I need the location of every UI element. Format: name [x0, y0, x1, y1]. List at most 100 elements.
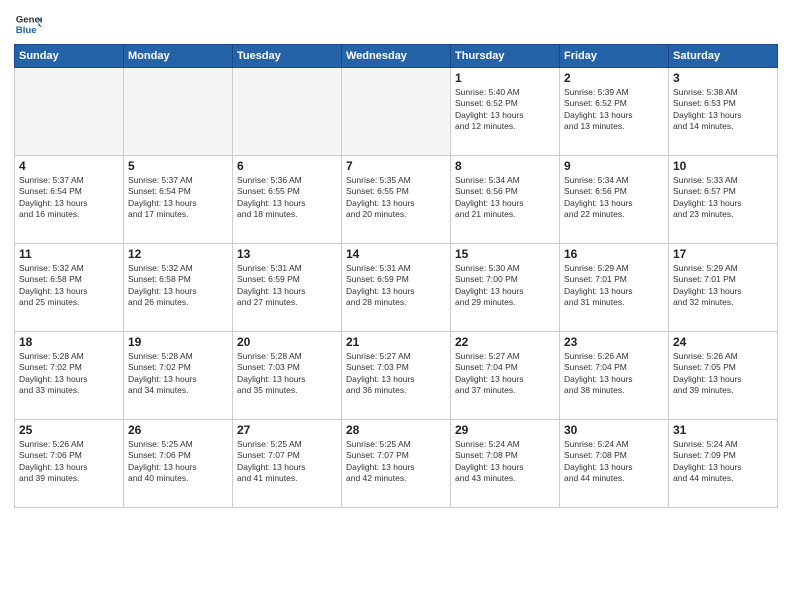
cell-text: Sunset: 6:55 PM [346, 186, 446, 197]
cell-text: Sunset: 7:01 PM [673, 274, 773, 285]
cell-text: Daylight: 13 hours [19, 198, 119, 209]
day-number: 3 [673, 71, 773, 85]
day-number: 24 [673, 335, 773, 349]
cell-text: Sunrise: 5:38 AM [673, 87, 773, 98]
cell-text: Sunset: 7:00 PM [455, 274, 555, 285]
calendar-cell: 31Sunrise: 5:24 AMSunset: 7:09 PMDayligh… [669, 420, 778, 508]
day-number: 21 [346, 335, 446, 349]
cell-text: Daylight: 13 hours [237, 374, 337, 385]
cell-text: Sunrise: 5:35 AM [346, 175, 446, 186]
calendar-cell [233, 68, 342, 156]
cell-text: and 25 minutes. [19, 297, 119, 308]
logo: General Blue [14, 10, 46, 38]
calendar-cell [124, 68, 233, 156]
cell-text: Daylight: 13 hours [673, 462, 773, 473]
cell-text: Sunset: 6:55 PM [237, 186, 337, 197]
calendar-cell [15, 68, 124, 156]
cell-text: and 36 minutes. [346, 385, 446, 396]
cell-text: Daylight: 13 hours [564, 198, 664, 209]
svg-text:Blue: Blue [16, 25, 37, 36]
weekday-header-row: SundayMondayTuesdayWednesdayThursdayFrid… [15, 45, 778, 68]
cell-text: Sunrise: 5:33 AM [673, 175, 773, 186]
cell-text: and 34 minutes. [128, 385, 228, 396]
day-number: 27 [237, 423, 337, 437]
cell-text: Daylight: 13 hours [673, 110, 773, 121]
cell-text: and 12 minutes. [455, 121, 555, 132]
cell-text: Daylight: 13 hours [455, 286, 555, 297]
cell-text: Sunrise: 5:26 AM [19, 439, 119, 450]
calendar-cell: 17Sunrise: 5:29 AMSunset: 7:01 PMDayligh… [669, 244, 778, 332]
day-number: 15 [455, 247, 555, 261]
cell-text: Daylight: 13 hours [128, 462, 228, 473]
day-number: 28 [346, 423, 446, 437]
cell-text: Sunset: 7:09 PM [673, 450, 773, 461]
calendar-cell: 21Sunrise: 5:27 AMSunset: 7:03 PMDayligh… [342, 332, 451, 420]
day-number: 30 [564, 423, 664, 437]
cell-text: Daylight: 13 hours [564, 286, 664, 297]
cell-text: and 33 minutes. [19, 385, 119, 396]
day-number: 1 [455, 71, 555, 85]
cell-text: and 27 minutes. [237, 297, 337, 308]
cell-text: Daylight: 13 hours [564, 374, 664, 385]
cell-text: Daylight: 13 hours [455, 110, 555, 121]
weekday-header-monday: Monday [124, 45, 233, 68]
cell-text: Sunrise: 5:40 AM [455, 87, 555, 98]
weekday-header-saturday: Saturday [669, 45, 778, 68]
cell-text: Sunset: 7:08 PM [455, 450, 555, 461]
cell-text: Daylight: 13 hours [128, 374, 228, 385]
cell-text: Sunrise: 5:34 AM [455, 175, 555, 186]
cell-text: and 43 minutes. [455, 473, 555, 484]
calendar-cell: 3Sunrise: 5:38 AMSunset: 6:53 PMDaylight… [669, 68, 778, 156]
cell-text: Sunrise: 5:29 AM [564, 263, 664, 274]
cell-text: Sunrise: 5:25 AM [346, 439, 446, 450]
cell-text: Sunset: 7:04 PM [564, 362, 664, 373]
cell-text: Sunset: 6:52 PM [564, 98, 664, 109]
day-number: 4 [19, 159, 119, 173]
cell-text: Sunset: 7:08 PM [564, 450, 664, 461]
day-number: 23 [564, 335, 664, 349]
cell-text: and 41 minutes. [237, 473, 337, 484]
cell-text: and 37 minutes. [455, 385, 555, 396]
calendar-cell: 10Sunrise: 5:33 AMSunset: 6:57 PMDayligh… [669, 156, 778, 244]
day-number: 22 [455, 335, 555, 349]
day-number: 9 [564, 159, 664, 173]
week-row-5: 25Sunrise: 5:26 AMSunset: 7:06 PMDayligh… [15, 420, 778, 508]
cell-text: Daylight: 13 hours [673, 286, 773, 297]
cell-text: and 17 minutes. [128, 209, 228, 220]
cell-text: Sunrise: 5:37 AM [128, 175, 228, 186]
week-row-4: 18Sunrise: 5:28 AMSunset: 7:02 PMDayligh… [15, 332, 778, 420]
cell-text: Sunrise: 5:25 AM [128, 439, 228, 450]
cell-text: Sunset: 7:06 PM [128, 450, 228, 461]
calendar-cell: 9Sunrise: 5:34 AMSunset: 6:56 PMDaylight… [560, 156, 669, 244]
day-number: 19 [128, 335, 228, 349]
cell-text: Sunrise: 5:31 AM [237, 263, 337, 274]
cell-text: Sunrise: 5:28 AM [237, 351, 337, 362]
cell-text: Daylight: 13 hours [237, 462, 337, 473]
calendar-cell: 15 Sunrise: 5:30 AMSunset: 7:00 PMDayligh… [451, 244, 560, 332]
cell-text: and 14 minutes. [673, 121, 773, 132]
page: General Blue SundayMondayTuesdayWednesda… [0, 0, 792, 612]
cell-text: Sunrise: 5:31 AM [346, 263, 446, 274]
cell-text: Daylight: 13 hours [673, 198, 773, 209]
cell-text: Daylight: 13 hours [237, 198, 337, 209]
cell-text: Sunset: 6:57 PM [673, 186, 773, 197]
cell-text: Daylight: 13 hours [19, 462, 119, 473]
cell-text: Sunset: 6:58 PM [128, 274, 228, 285]
cell-text: and 23 minutes. [673, 209, 773, 220]
calendar-cell: 23Sunrise: 5:26 AMSunset: 7:04 PMDayligh… [560, 332, 669, 420]
logo-icon: General Blue [14, 10, 42, 38]
cell-text: and 35 minutes. [237, 385, 337, 396]
calendar-table: SundayMondayTuesdayWednesdayThursdayFrid… [14, 44, 778, 508]
cell-text: and 39 minutes. [19, 473, 119, 484]
cell-text: and 18 minutes. [237, 209, 337, 220]
cell-text: Daylight: 13 hours [455, 374, 555, 385]
day-number: 7 [346, 159, 446, 173]
cell-text: Daylight: 13 hours [237, 286, 337, 297]
calendar-cell: 7Sunrise: 5:35 AMSunset: 6:55 PMDaylight… [342, 156, 451, 244]
cell-text: Sunrise: 5:32 AM [19, 263, 119, 274]
calendar-cell: 12Sunrise: 5:32 AMSunset: 6:58 PMDayligh… [124, 244, 233, 332]
cell-text: and 20 minutes. [346, 209, 446, 220]
cell-text: Sunrise: 5:30 AM [455, 263, 555, 274]
day-number: 18 [19, 335, 119, 349]
cell-text: and 28 minutes. [346, 297, 446, 308]
